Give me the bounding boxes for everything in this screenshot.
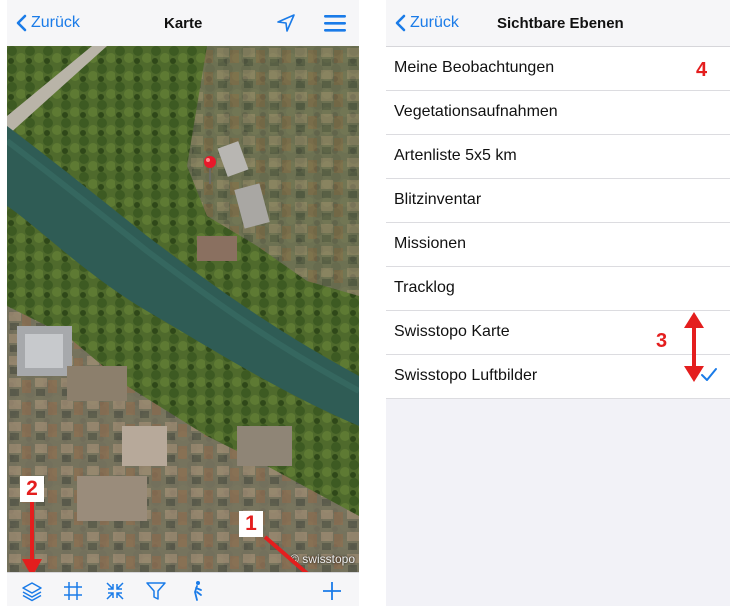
chevron-left-icon bbox=[16, 14, 27, 32]
back-label: Zurück bbox=[410, 14, 459, 31]
layer-row[interactable]: Missionen bbox=[386, 223, 730, 267]
layer-row[interactable]: Swisstopo Luftbilder bbox=[386, 355, 730, 399]
annotation-number-2: 2 bbox=[20, 476, 44, 502]
layer-label: Swisstopo Karte bbox=[394, 323, 510, 340]
nav-bar: Zurück Karte bbox=[7, 0, 359, 47]
annotation-double-arrow bbox=[684, 312, 704, 382]
layer-label: Tracklog bbox=[394, 279, 455, 296]
layer-label: Swisstopo Luftbilder bbox=[394, 367, 538, 384]
walking-person-icon[interactable] bbox=[187, 580, 209, 602]
annotation-number-3: 3 bbox=[656, 330, 668, 352]
layer-list: Meine Beobachtungen Vegetationsaufnahmen… bbox=[386, 47, 730, 399]
map-screen: Zurück Karte © swisstopo 2 1 bbox=[7, 0, 359, 606]
annotation-arrow-down bbox=[22, 501, 42, 572]
layer-row[interactable]: Swisstopo Karte bbox=[386, 311, 730, 355]
layer-label: Vegetationsaufnahmen bbox=[394, 103, 558, 120]
annotation-arrow-diagonal bbox=[263, 535, 309, 572]
layer-label: Artenliste 5x5 km bbox=[394, 147, 517, 164]
collapse-arrows-icon[interactable] bbox=[104, 580, 126, 602]
annotation-number-4: 4 bbox=[696, 59, 708, 81]
annotation-number-1: 1 bbox=[239, 511, 263, 537]
layer-row[interactable]: Vegetationsaufnahmen bbox=[386, 91, 730, 135]
grid-icon[interactable] bbox=[62, 580, 84, 602]
chevron-left-icon bbox=[395, 14, 406, 32]
location-arrow-icon[interactable] bbox=[275, 12, 297, 34]
menu-icon[interactable] bbox=[323, 13, 347, 33]
page-title: Karte bbox=[164, 15, 203, 32]
back-button[interactable]: Zurück bbox=[15, 14, 80, 32]
layer-label: Missionen bbox=[394, 235, 467, 252]
filter-icon[interactable] bbox=[145, 580, 167, 602]
map-toolbar bbox=[7, 572, 359, 606]
page-title: Sichtbare Ebenen bbox=[497, 15, 624, 32]
aerial-photo bbox=[7, 46, 359, 572]
layer-row[interactable]: Artenliste 5x5 km bbox=[386, 135, 730, 179]
back-label: Zurück bbox=[31, 14, 80, 31]
layer-row[interactable]: Tracklog bbox=[386, 267, 730, 311]
layer-row[interactable]: Meine Beobachtungen bbox=[386, 47, 730, 91]
nav-bar: Zurück Sichtbare Ebenen bbox=[386, 0, 730, 47]
aerial-map[interactable]: © swisstopo 2 1 bbox=[7, 46, 359, 572]
layer-row[interactable]: Blitzinventar bbox=[386, 179, 730, 223]
back-button[interactable]: Zurück bbox=[394, 14, 459, 32]
layers-icon[interactable] bbox=[21, 580, 43, 602]
layers-screen: Zurück Sichtbare Ebenen Meine Beobachtun… bbox=[386, 0, 730, 606]
layer-label: Meine Beobachtungen bbox=[394, 59, 555, 76]
layer-label: Blitzinventar bbox=[394, 191, 482, 208]
plus-icon[interactable] bbox=[321, 580, 343, 602]
